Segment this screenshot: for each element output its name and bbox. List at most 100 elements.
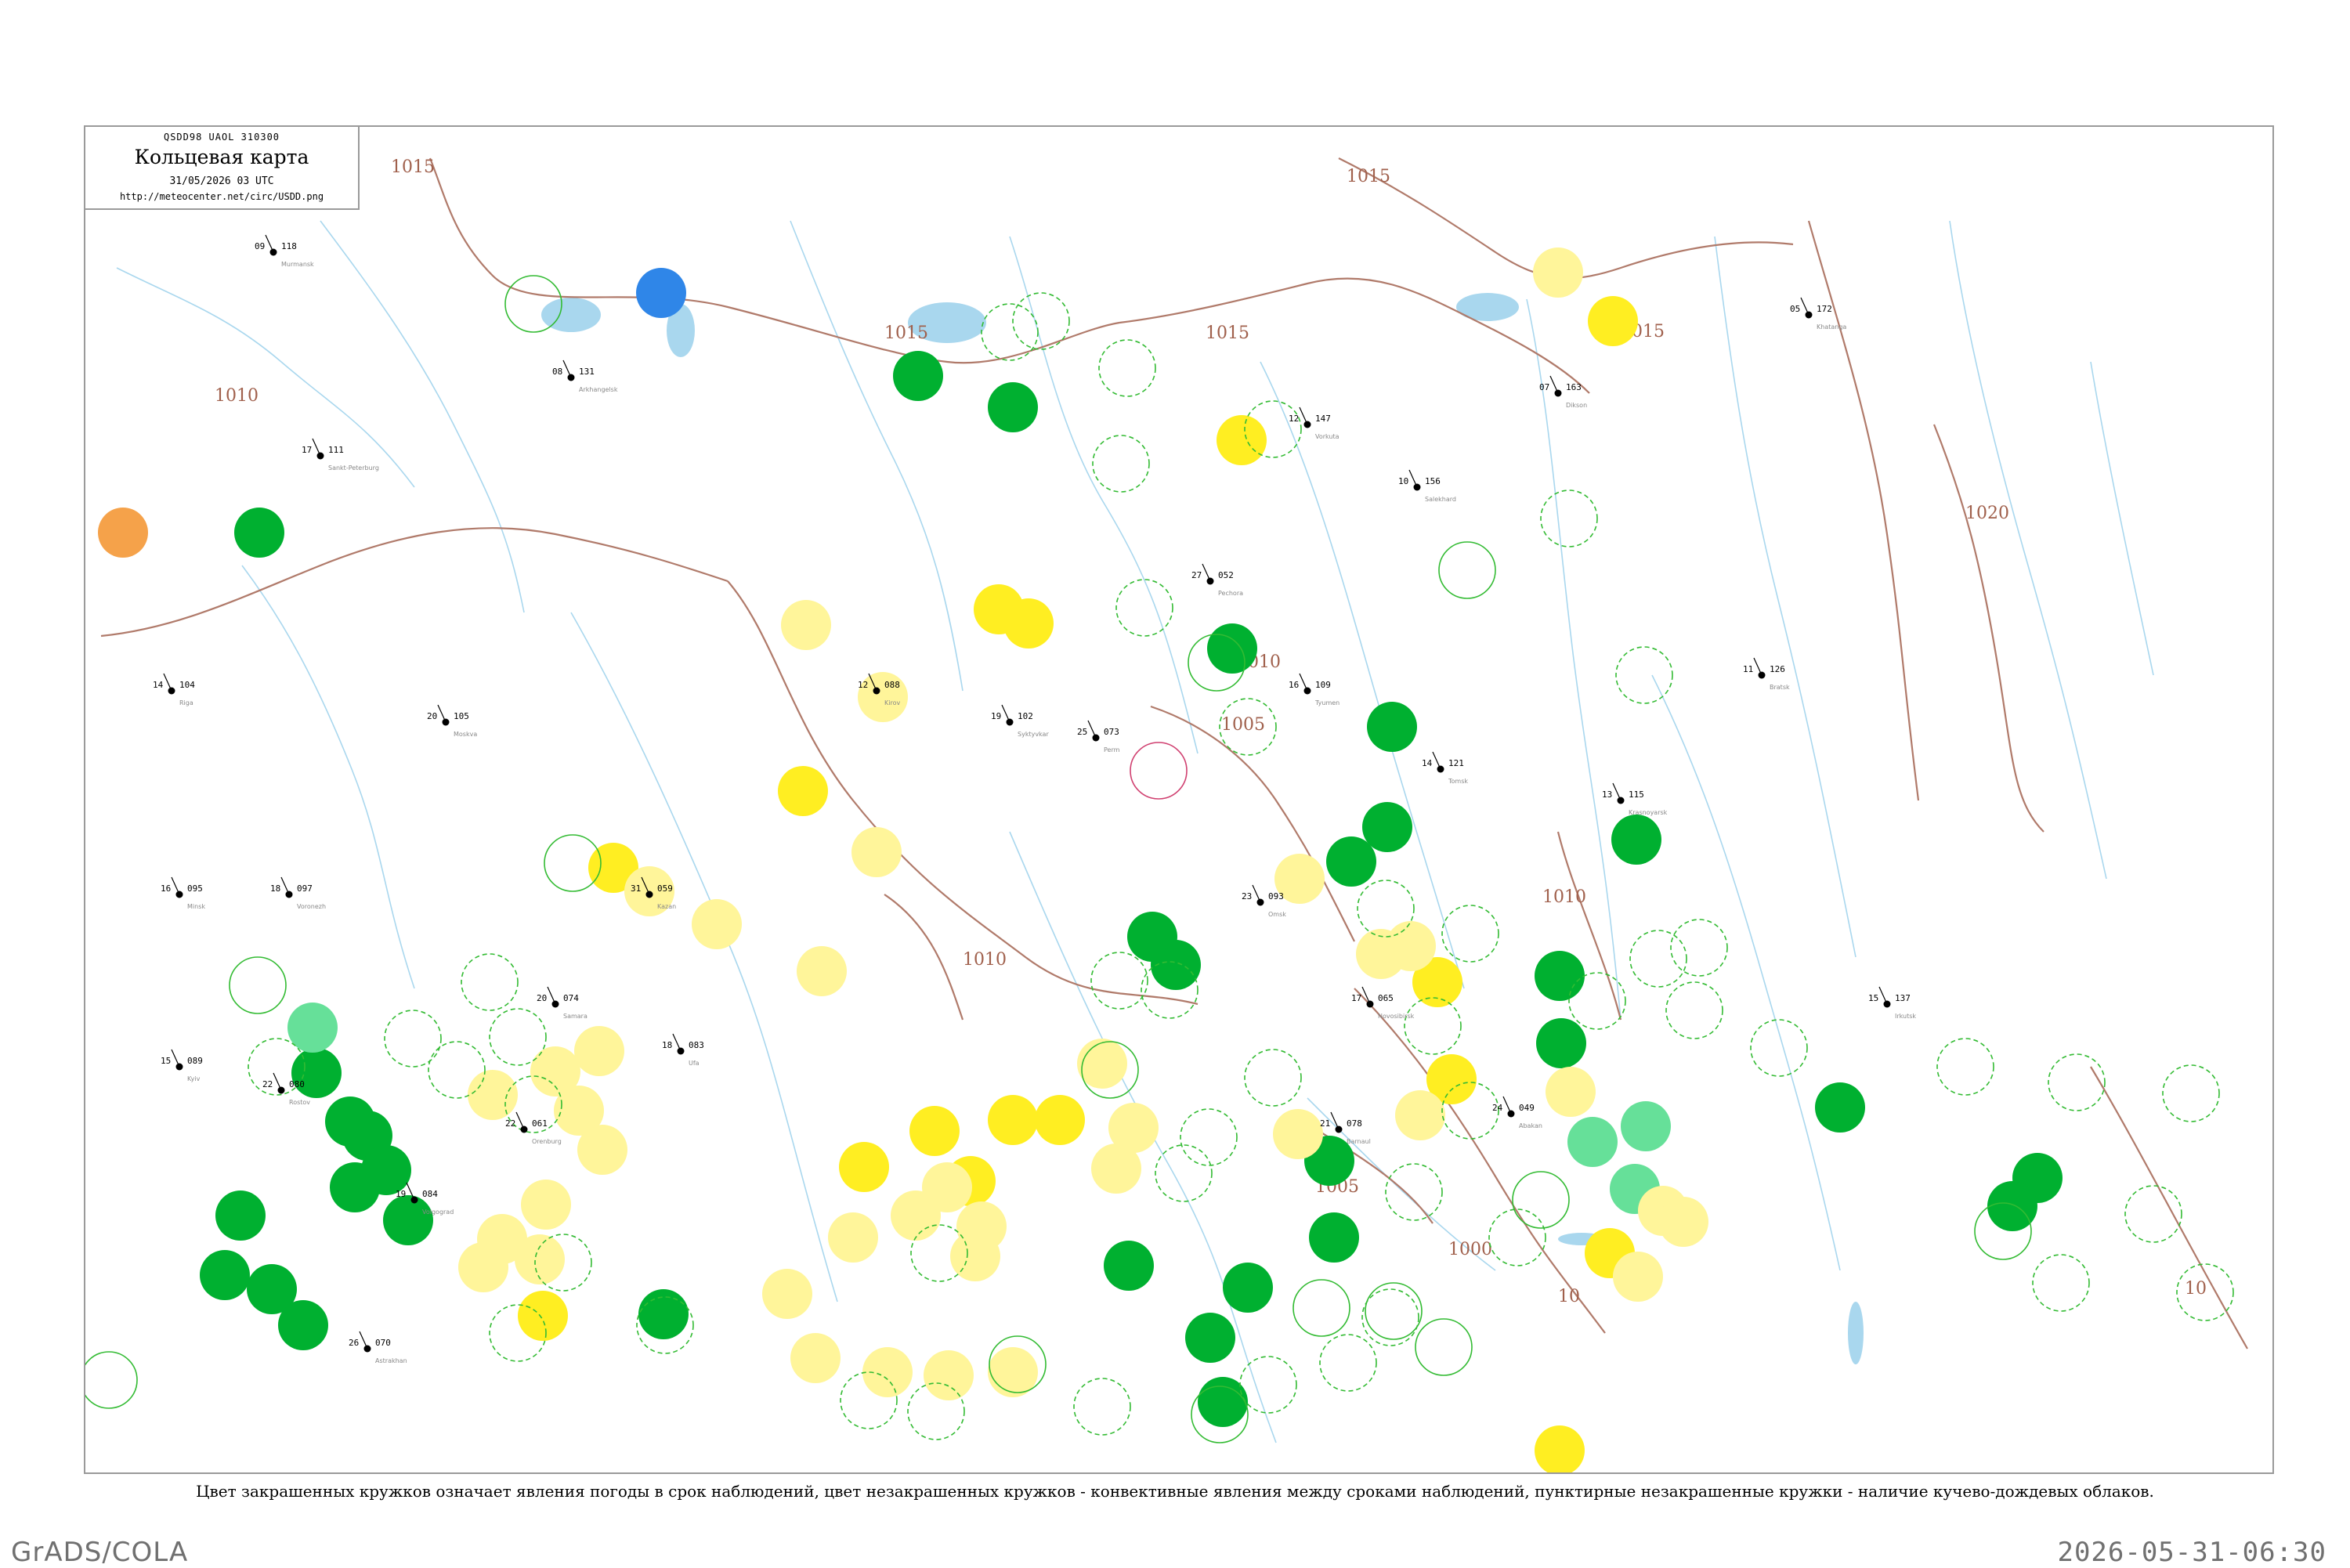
station-pressure: 052 [1218, 570, 1234, 580]
station-name: Kirov [884, 699, 900, 706]
station-plot: 13 115 Krasnoyarsk [1602, 782, 1668, 816]
footer-timestamp: 2026-05-31-06:30 [2057, 1537, 2326, 1568]
station-pressure: 131 [579, 367, 595, 377]
weather-circle-haze-light-yellow [790, 1333, 841, 1383]
weather-circle-rain-green [638, 1289, 689, 1339]
weather-circle-haze-light-yellow [521, 1180, 571, 1230]
lake-kara-bay [1456, 293, 1519, 321]
station-plot: 05 172 Khatanga [1790, 297, 1846, 331]
station-temperature: 15 [161, 1056, 171, 1066]
station-pressure: 070 [375, 1338, 391, 1348]
weather-circle-haze-light-yellow [781, 600, 831, 650]
station-temperature: 17 [1351, 993, 1361, 1003]
wind-barb-icon [1330, 1111, 1340, 1130]
station-temperature: 16 [1289, 680, 1299, 690]
station-plot: 18 097 Voronezh [270, 876, 326, 910]
station-temperature: 10 [1398, 476, 1408, 486]
weather-circle-rain-green [234, 508, 284, 558]
station-pressure: 156 [1425, 476, 1441, 486]
wind-barb-icon [359, 1331, 368, 1349]
map-title: Кольцевая карта [134, 146, 309, 168]
station-temperature: 19 [396, 1189, 406, 1199]
station-temperature: 23 [1242, 891, 1252, 901]
station-name: Rostov [289, 1099, 310, 1106]
station-plot: 22 061 Orenburg [505, 1111, 562, 1145]
weather-circle-rain-green [1127, 912, 1177, 962]
isobar-label: 1015 [391, 157, 435, 177]
weather-circle-drizzle-yellow [778, 766, 828, 816]
station-name: Dikson [1566, 402, 1587, 409]
isobar-1020 [1932, 424, 2044, 833]
station-plot: 08 131 Arkhangelsk [552, 359, 618, 393]
weather-circle-rain-green [1815, 1082, 1865, 1133]
footer-software: GrADS/COLA [11, 1537, 189, 1568]
station-plot: 07 163 Dikson [1539, 375, 1587, 409]
station-temperature: 07 [1539, 382, 1549, 392]
cumulonimbus-ring [384, 1010, 442, 1068]
station-temperature: 20 [427, 711, 437, 721]
weather-circle-haze-light-yellow [577, 1125, 627, 1175]
isobar-label: 1005 [1221, 715, 1265, 735]
station-name: Arkhangelsk [579, 386, 618, 393]
wind-barb-icon [280, 876, 290, 895]
station-name: Krasnoyarsk [1629, 809, 1668, 816]
station-name: Voronezh [297, 903, 326, 910]
cumulonimbus-ring [1098, 339, 1156, 397]
wind-barb-icon [1612, 782, 1622, 801]
wind-barb-icon [1408, 469, 1418, 488]
river-14 [2090, 361, 2154, 676]
map-url[interactable]: http://meteocenter.net/circ/USDD.png [85, 191, 358, 202]
weather-circle-haze-light-yellow [797, 946, 847, 996]
weather-circle-haze-light-yellow [1533, 247, 1583, 298]
station-temperature: 26 [349, 1338, 359, 1348]
weather-circle-haze-light-yellow [828, 1212, 878, 1263]
cumulonimbus-ring [2162, 1064, 2220, 1122]
weather-circle-haze-light-yellow [1658, 1197, 1708, 1247]
river-12 [241, 565, 415, 989]
wind-barb-icon [1299, 673, 1308, 692]
weather-circles-layer [85, 247, 2234, 1472]
cumulonimbus-ring [2032, 1254, 2090, 1312]
station-plot: 14 121 Tomsk [1422, 751, 1468, 785]
weather-circle-rain-green [1104, 1241, 1154, 1291]
wind-barb-icon [1753, 657, 1762, 676]
isobar-label: 1020 [1965, 504, 2009, 523]
weather-circle-haze-light-yellow [468, 1070, 518, 1120]
station-pressure: 118 [281, 241, 297, 251]
cumulonimbus-ring [1441, 905, 1499, 963]
station-name: Kyiv [187, 1075, 201, 1082]
wind-barb-icon [547, 986, 556, 1005]
cumulonimbus-ring [1540, 490, 1598, 547]
weather-circle-rain-green [383, 1195, 433, 1245]
weather-circle-haze-light-yellow [762, 1269, 812, 1319]
convective-ring [229, 956, 287, 1014]
station-plot: 26 070 Astrakhan [349, 1331, 407, 1364]
river-7 [1714, 236, 1856, 958]
weather-circle-drizzle-yellow [909, 1106, 960, 1156]
wind-barb-icon [1502, 1096, 1512, 1115]
wind-barb-icon [1549, 375, 1559, 394]
station-temperature: 25 [1077, 727, 1087, 737]
weather-circle-haze-light-yellow [922, 1162, 972, 1212]
weather-circle-haze-light-yellow [692, 899, 742, 949]
weather-circle-rain-green [1611, 815, 1661, 865]
station-plot: 18 083 Ufa [662, 1033, 704, 1067]
cumulonimbus-ring [1750, 1019, 1808, 1077]
synoptic-map: 1015 1015 1015 1015 1015 1010 1010 1010 1005 1000… [84, 125, 2274, 1474]
station-pressure: 073 [1104, 727, 1119, 737]
isobar-label: 1010 [1542, 887, 1586, 907]
isobar-1015-north [1119, 277, 1590, 394]
station-temperature: 15 [1868, 993, 1878, 1003]
weather-circle-drizzle-yellow [1217, 415, 1267, 465]
station-temperature: 31 [631, 883, 641, 894]
map-canvas: 1015 101510151015101510101010101010051000… [85, 157, 2248, 1472]
weather-circle-drizzle-yellow [839, 1142, 889, 1192]
weather-circle-haze-light-yellow [1273, 1109, 1323, 1159]
station-name: Irkutsk [1895, 1013, 1916, 1020]
station-name: Orenburg [532, 1138, 562, 1145]
station-plot: 25 073 Perm [1077, 720, 1120, 753]
isobar-label: 1010 [215, 386, 258, 406]
station-name: Khatanga [1817, 323, 1846, 331]
wind-barb-icon [437, 704, 446, 723]
station-temperature: 19 [991, 711, 1001, 721]
